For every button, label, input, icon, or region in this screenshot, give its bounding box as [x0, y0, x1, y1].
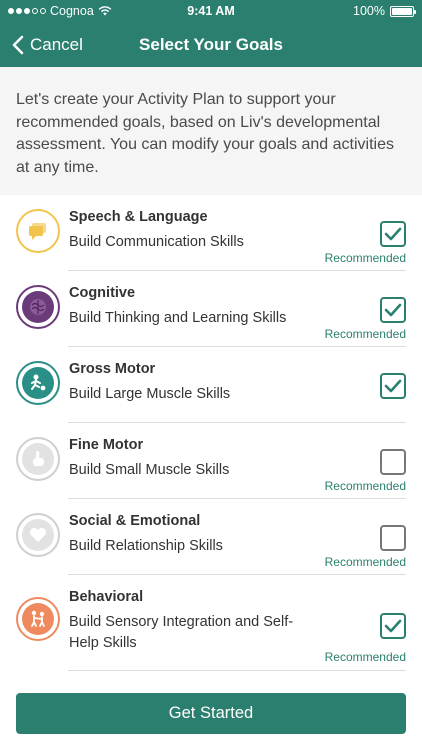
- cancel-button[interactable]: Cancel: [0, 35, 83, 55]
- recommended-label: Recommended: [324, 251, 406, 265]
- status-right: 100%: [353, 4, 416, 18]
- kicking-ball-icon: [22, 367, 54, 399]
- goal-subtitle: Build Large Muscle Skills: [69, 386, 231, 402]
- goal-checkbox[interactable]: [380, 221, 406, 247]
- goal-row-behavioral[interactable]: Behavioral Build Sensory Integration and…: [0, 575, 422, 671]
- goal-checkbox[interactable]: [380, 449, 406, 475]
- goal-icon-ring: [16, 437, 60, 481]
- recommended-label: Recommended: [324, 479, 406, 493]
- goal-icon-ring: [16, 285, 60, 329]
- goal-title: Speech & Language: [69, 209, 208, 225]
- goal-icon-ring: [16, 361, 60, 405]
- get-started-button[interactable]: Get Started: [16, 693, 406, 734]
- carrier-name: Cognoa: [50, 4, 94, 18]
- recommended-label: Recommended: [324, 650, 406, 664]
- goal-checkbox[interactable]: [380, 525, 406, 551]
- goal-checkbox[interactable]: [380, 297, 406, 323]
- goal-title: Fine Motor: [69, 437, 144, 453]
- goal-row-social-emotional[interactable]: Social & Emotional Build Relationship Sk…: [0, 499, 422, 575]
- status-bar: Cognoa 9:41 AM 100%: [0, 0, 422, 22]
- intro-text: Let's create your Activity Plan to suppo…: [0, 67, 422, 195]
- goal-icon-ring: [16, 513, 60, 557]
- nav-bar: Cancel Select Your Goals: [0, 22, 422, 67]
- goal-icon-ring: [16, 209, 60, 253]
- goal-subtitle: Build Relationship Skills: [69, 538, 223, 554]
- goal-subtitle: Build Thinking and Learning Skills: [69, 310, 287, 326]
- checkmark-icon: [384, 227, 402, 241]
- heart-icon: [22, 519, 54, 551]
- goal-icon-ring: [16, 597, 60, 641]
- checkmark-icon: [384, 619, 402, 633]
- recommended-label: Recommended: [324, 555, 406, 569]
- goal-row-fine-motor[interactable]: Fine Motor Build Small Muscle Skills Rec…: [0, 423, 422, 499]
- goal-title: Gross Motor: [69, 361, 156, 377]
- pointing-hand-icon: [22, 443, 54, 475]
- goal-title: Cognitive: [69, 285, 136, 301]
- goal-subtitle: Build Small Muscle Skills: [69, 462, 230, 478]
- recommended-label: Recommended: [324, 327, 406, 341]
- chevron-left-icon: [12, 35, 24, 54]
- goal-subtitle: Build Sensory Integration and Self-Help …: [69, 614, 294, 651]
- goal-row-speech[interactable]: Speech & Language Build Communication Sk…: [0, 195, 422, 271]
- goal-checkbox[interactable]: [380, 613, 406, 639]
- checkmark-icon: [384, 379, 402, 393]
- status-left: Cognoa: [8, 4, 112, 18]
- battery-percent: 100%: [353, 4, 385, 18]
- goal-title: Social & Emotional: [69, 513, 201, 529]
- goal-row-gross-motor[interactable]: Gross Motor Build Large Muscle Skills: [0, 347, 422, 423]
- goal-row-cognitive[interactable]: Cognitive Build Thinking and Learning Sk…: [0, 271, 422, 347]
- children-icon: [22, 603, 54, 635]
- goal-checkbox[interactable]: [380, 373, 406, 399]
- goal-title: Behavioral: [69, 589, 144, 605]
- goal-list: Speech & Language Build Communication Sk…: [0, 195, 422, 671]
- speech-bubble-icon: [22, 215, 54, 247]
- app-header: Cognoa 9:41 AM 100% Cancel Select Your G…: [0, 0, 422, 67]
- cancel-label: Cancel: [30, 34, 83, 54]
- wifi-icon: [98, 6, 112, 16]
- checkmark-icon: [384, 303, 402, 317]
- goal-subtitle: Build Communication Skills: [69, 234, 244, 250]
- signal-strength-icon: [8, 8, 46, 14]
- brain-icon: [22, 291, 54, 323]
- battery-icon: [390, 5, 416, 17]
